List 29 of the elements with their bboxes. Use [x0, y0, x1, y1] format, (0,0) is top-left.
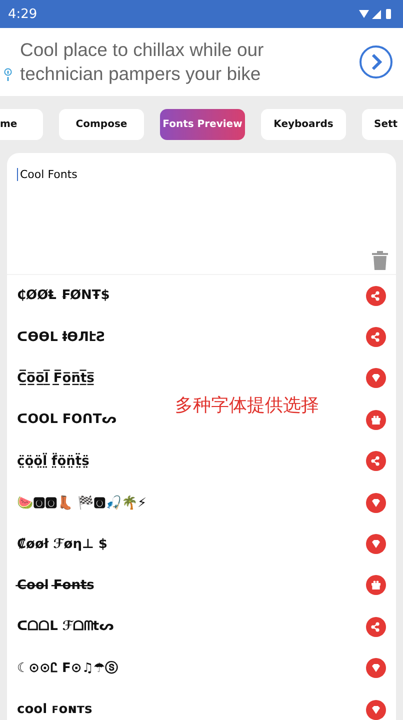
gift-icon[interactable] [366, 575, 386, 596]
clock: 4:29 [8, 6, 38, 22]
chevron-right-icon[interactable] [359, 45, 393, 79]
font-sample[interactable]: ₡øøł ℱøη⊥ $ [17, 536, 108, 552]
tab[interactable]: Sett [362, 109, 403, 140]
trash-icon[interactable] [372, 251, 388, 270]
font-sample[interactable]: C̶o̶o̶l̶ F̶o̶n̶t̶s̶ [17, 578, 94, 593]
tab[interactable]: me [0, 109, 43, 140]
font-sample[interactable]: ᑕᗝᗝL ℱᗝᗰtᔕ [17, 619, 114, 634]
font-sample[interactable]: ᑕOOᒪ FOᑎTᔕ [17, 412, 116, 428]
caption: 多种字体提供选择 [175, 394, 319, 417]
share-icon[interactable] [366, 286, 386, 306]
font-sample[interactable]: ᑕƟƟᒪ ⱡƟЛէƧ [17, 330, 106, 345]
gift-icon[interactable] [366, 410, 386, 430]
font-sample[interactable]: cool ꜰᴏɴᴛꜱ [17, 702, 92, 718]
ad-banner[interactable]: Cool place to chillax while our technician pampers your bike [0, 28, 403, 96]
tab[interactable]: Keyboards [261, 109, 346, 140]
share-icon[interactable] [366, 327, 386, 348]
share-icon[interactable] [366, 451, 386, 472]
ad-text: Cool place to chillax while our technician pampers your bike [20, 38, 265, 86]
tab[interactable]: Fonts Preview [160, 109, 245, 140]
font-sample[interactable]: c̤̈ö̤ö̤l̤̈ f̤̈ö̤n̤̈ẗ̤s̤̈ [17, 454, 90, 469]
font-sample[interactable]: 🍉🅾🅾👢 🏁🅾🎣🌴⚡ [17, 494, 147, 511]
font-sample[interactable]: ₵ØØⱠ ₣ØNŦ$ [17, 288, 110, 304]
font-sample[interactable]: C̲̅o̲̅o̲̅l̲̅ F̲̅o̲̅n̲̅t̲̅s̲̅ [17, 370, 94, 386]
share-icon[interactable] [366, 616, 386, 637]
font-sample[interactable]: ☾⊙⊙Ꮭ F⊙♫☂ⓢ [17, 659, 118, 678]
tab[interactable]: Compose [59, 109, 144, 140]
info-icon[interactable] [4, 68, 12, 82]
